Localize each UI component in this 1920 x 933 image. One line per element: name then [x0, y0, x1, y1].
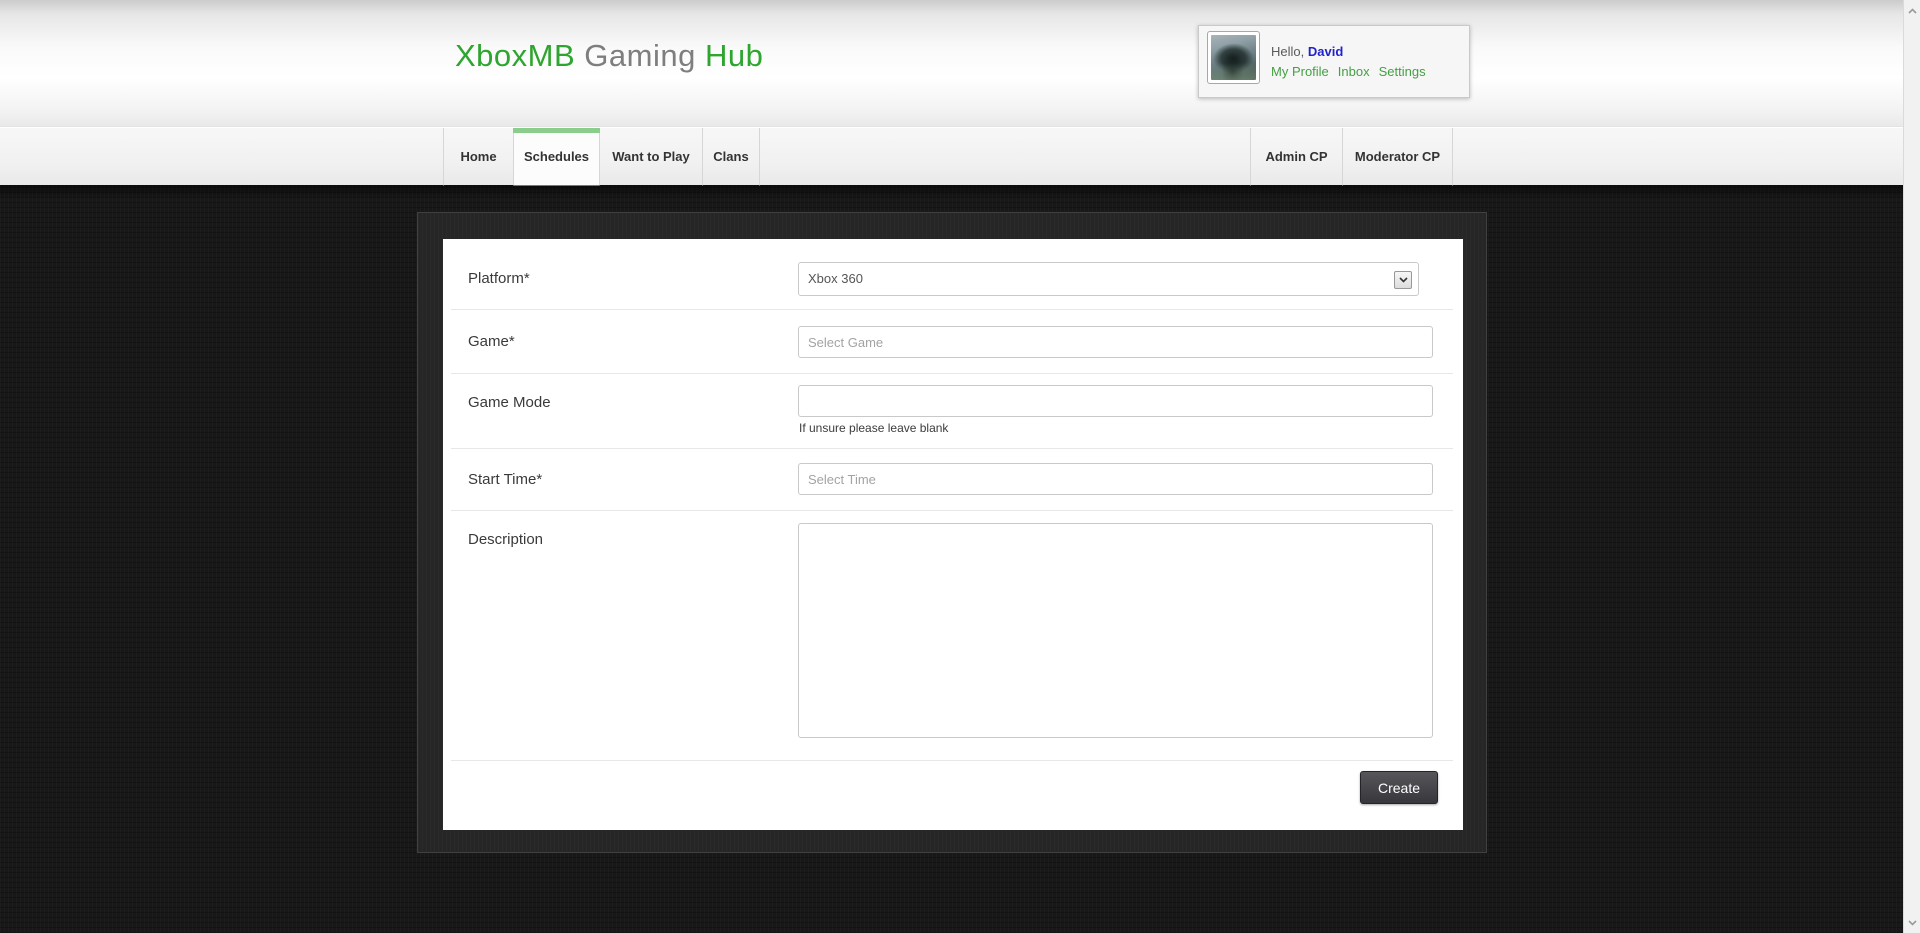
start-time-input[interactable] — [798, 463, 1433, 495]
tab-moderator-cp[interactable]: Moderator CP — [1343, 128, 1453, 186]
logo-part-3: Hub — [705, 38, 763, 73]
page: XboxMB Gaming Hub Hello, David My Profil… — [0, 0, 1920, 933]
nav-group-right: Admin CP Moderator CP — [1250, 128, 1453, 186]
tab-schedules[interactable]: Schedules — [514, 128, 600, 186]
user-links: My Profile Inbox Settings — [1271, 62, 1435, 82]
tab-clans[interactable]: Clans — [703, 128, 760, 186]
username[interactable]: David — [1308, 44, 1343, 59]
description-row: Description — [443, 510, 1463, 760]
tab-home[interactable]: Home — [443, 128, 514, 186]
header: XboxMB Gaming Hub Hello, David My Profil… — [0, 0, 1903, 127]
submit-row: Create — [443, 760, 1463, 830]
platform-label: Platform* — [468, 270, 530, 287]
logo-part-1: XboxMB — [455, 38, 575, 73]
site-logo[interactable]: XboxMB Gaming Hub — [455, 38, 763, 74]
game-row: Game* — [443, 309, 1463, 373]
create-schedule-form: Platform* Xbox 360 Game* Game Mode If un… — [443, 239, 1463, 830]
scrollbar[interactable] — [1903, 0, 1920, 933]
platform-select[interactable]: Xbox 360 — [798, 262, 1419, 296]
content-wrapper: Platform* Xbox 360 Game* Game Mode If un… — [417, 212, 1487, 853]
game-label: Game* — [468, 333, 515, 350]
settings-link[interactable]: Settings — [1379, 64, 1426, 79]
avatar-frame[interactable] — [1207, 31, 1260, 84]
platform-row: Platform* Xbox 360 — [443, 239, 1463, 309]
user-text: Hello, David My Profile Inbox Settings — [1271, 42, 1435, 82]
tab-admin-cp[interactable]: Admin CP — [1250, 128, 1343, 186]
game-mode-label: Game Mode — [468, 394, 551, 411]
chevron-down-icon[interactable] — [1904, 914, 1920, 931]
game-mode-hint: If unsure please leave blank — [799, 421, 948, 435]
main-navigation: Home Schedules Want to Play Clans Admin … — [0, 127, 1903, 185]
inbox-link[interactable]: Inbox — [1338, 64, 1370, 79]
platform-selected-value: Xbox 360 — [808, 271, 863, 286]
game-mode-input[interactable] — [798, 385, 1433, 417]
avatar — [1211, 35, 1256, 80]
start-time-row: Start Time* — [443, 448, 1463, 510]
tab-want-to-play[interactable]: Want to Play — [600, 128, 703, 186]
chevron-down-icon[interactable] — [1394, 271, 1412, 289]
start-time-label: Start Time* — [468, 471, 542, 488]
game-mode-row: Game Mode If unsure please leave blank — [443, 373, 1463, 448]
create-button[interactable]: Create — [1360, 771, 1438, 804]
description-textarea[interactable] — [798, 523, 1433, 738]
game-input[interactable] — [798, 326, 1433, 358]
chevron-up-icon[interactable] — [1904, 2, 1920, 19]
greeting-line: Hello, David — [1271, 42, 1435, 62]
logo-part-2: Gaming — [575, 38, 705, 73]
description-label: Description — [468, 531, 543, 548]
my-profile-link[interactable]: My Profile — [1271, 64, 1329, 79]
nav-shadow — [0, 185, 1903, 199]
greeting-label: Hello, — [1271, 44, 1308, 59]
nav-group-left: Home Schedules Want to Play Clans — [443, 128, 760, 186]
user-panel: Hello, David My Profile Inbox Settings — [1198, 25, 1470, 98]
